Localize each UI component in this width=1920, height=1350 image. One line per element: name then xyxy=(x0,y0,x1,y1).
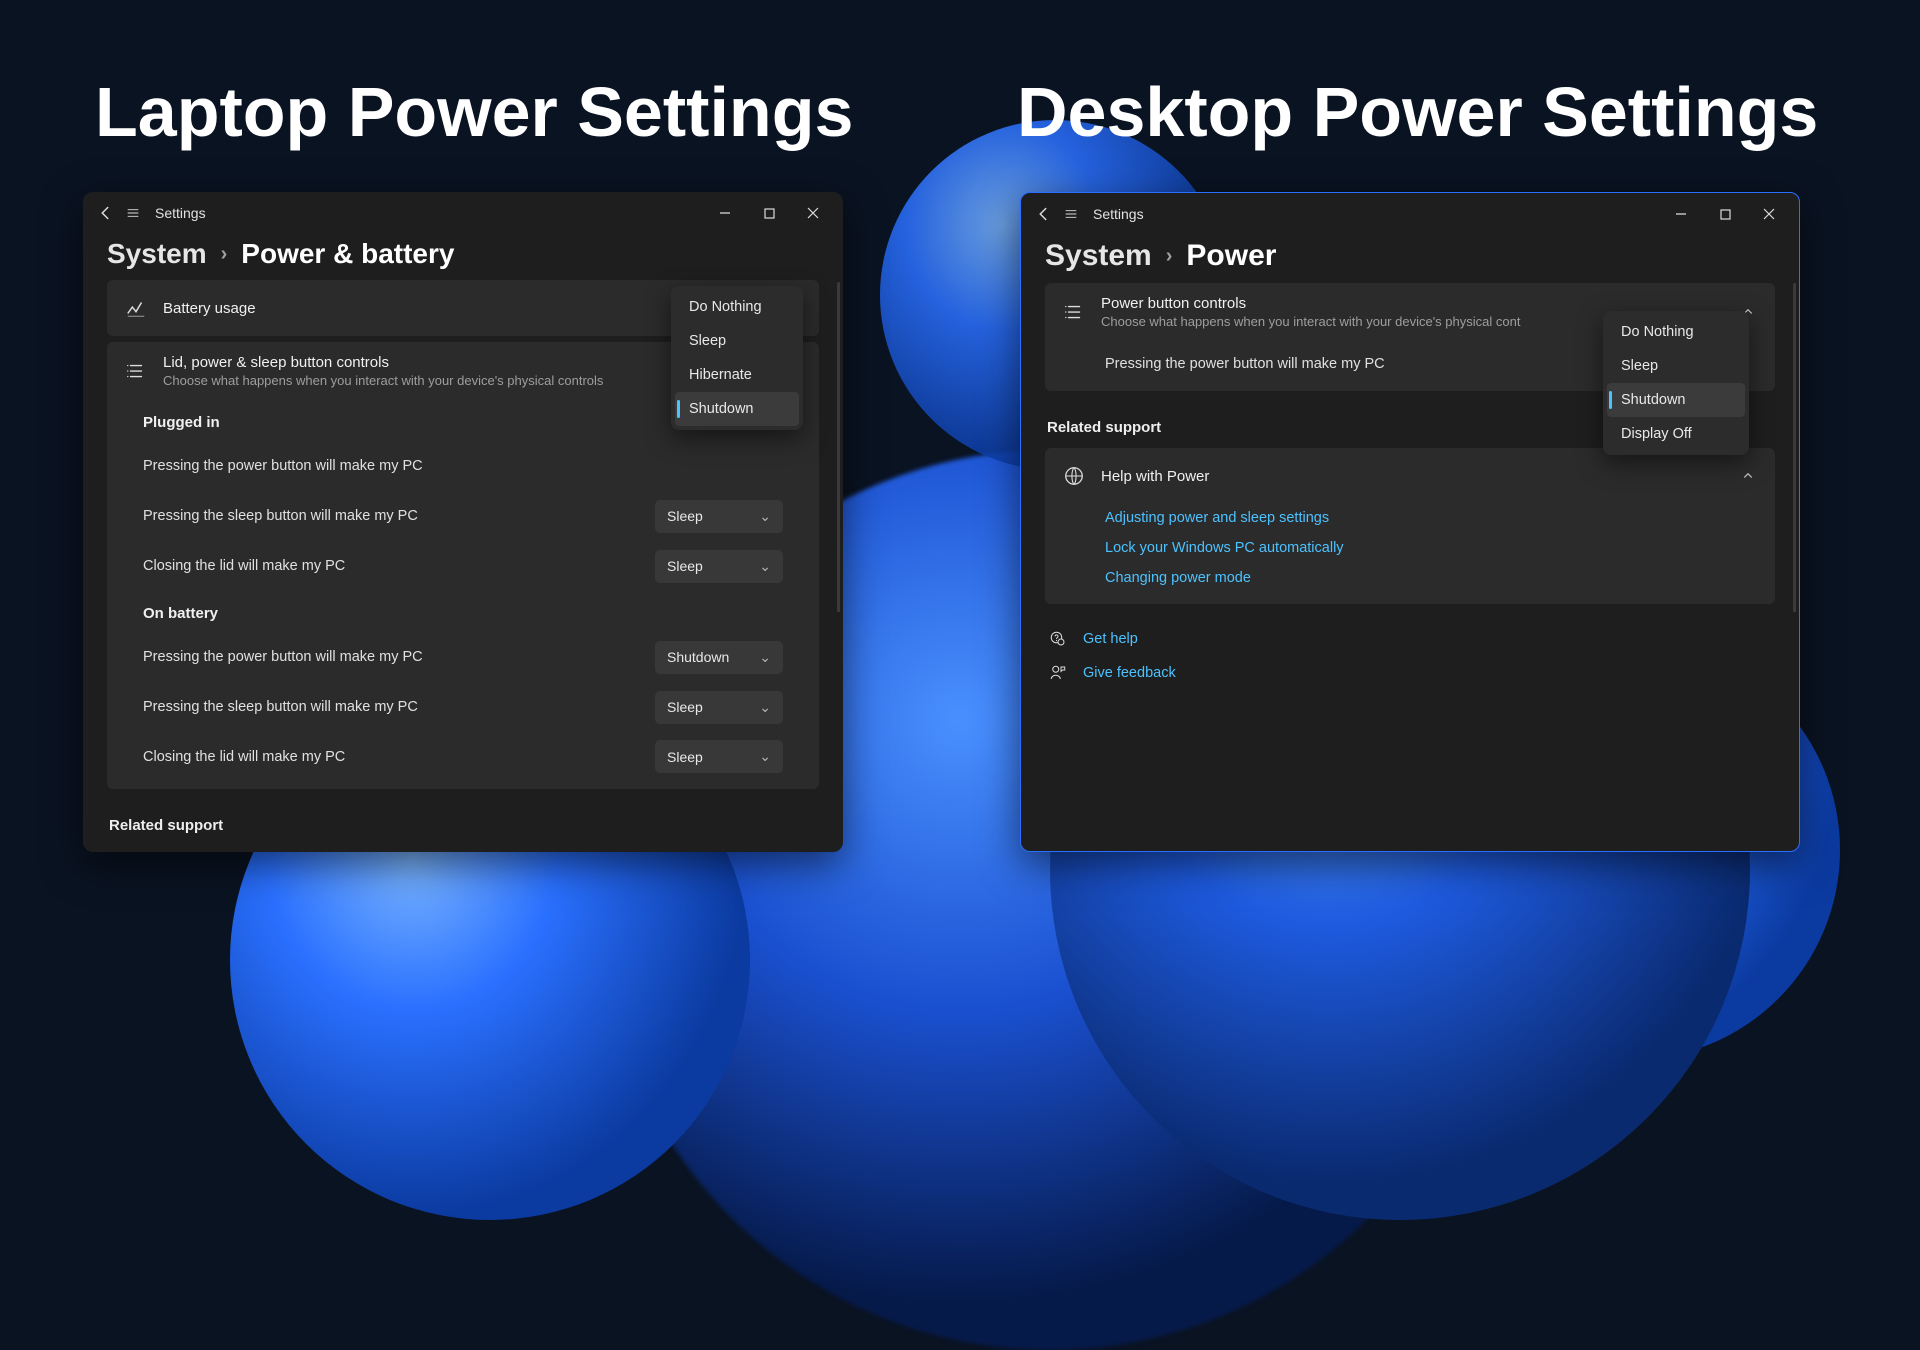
laptop-heading: Laptop Power Settings xyxy=(95,72,853,152)
list-icon xyxy=(1063,301,1085,323)
breadcrumb: System › Power xyxy=(1021,235,1799,283)
chevron-down-icon: ⌄ xyxy=(759,649,771,666)
row-label: Closing the lid will make my PC xyxy=(143,749,643,765)
chevron-down-icon: ⌄ xyxy=(759,699,771,716)
help-links-list: Adjusting power and sleep settings Lock y… xyxy=(1045,504,1775,604)
give-feedback-row[interactable]: Give feedback xyxy=(1045,656,1775,690)
menu-button[interactable] xyxy=(119,199,147,227)
get-help-link[interactable]: Get help xyxy=(1083,631,1138,647)
titlebar: Settings xyxy=(1021,193,1799,235)
row-label: Pressing the power button will make my P… xyxy=(143,458,643,474)
app-title: Settings xyxy=(155,205,206,221)
plugged-sleep-select[interactable]: Sleep ⌄ xyxy=(655,500,783,533)
back-button[interactable] xyxy=(91,199,119,227)
dropdown-option[interactable]: Hibernate xyxy=(675,358,799,392)
breadcrumb: System › Power & battery xyxy=(83,234,843,280)
give-feedback-link[interactable]: Give feedback xyxy=(1083,665,1176,681)
help-link[interactable]: Lock your Windows PC automatically xyxy=(1105,540,1739,556)
back-button[interactable] xyxy=(1029,200,1057,228)
minimize-button[interactable] xyxy=(1659,199,1703,229)
plugged-lid-select[interactable]: Sleep ⌄ xyxy=(655,550,783,583)
row-label: Pressing the power button will make my P… xyxy=(1105,356,1599,372)
controls-subtitle: Choose what happens when you interact wi… xyxy=(163,373,623,388)
dropdown-option[interactable]: Do Nothing xyxy=(675,290,799,324)
card-header[interactable]: Help with Power xyxy=(1045,448,1775,504)
row-label: Pressing the power button will make my P… xyxy=(143,649,643,665)
dropdown-option[interactable]: Display Off xyxy=(1607,417,1745,451)
scrollbar[interactable] xyxy=(837,282,840,832)
plugged-sleep-button-row: Pressing the sleep button will make my P… xyxy=(107,491,819,541)
battery-lid-row: Closing the lid will make my PC Sleep ⌄ xyxy=(107,732,819,789)
chevron-down-icon: ⌄ xyxy=(759,508,771,525)
dropdown-option[interactable]: Shutdown xyxy=(1607,383,1745,417)
dropdown-option[interactable]: Sleep xyxy=(675,324,799,358)
chevron-right-icon: › xyxy=(1166,245,1173,268)
plugged-power-button-row: Pressing the power button will make my P… xyxy=(107,441,819,491)
power-action-dropdown[interactable]: Do NothingSleepShutdownDisplay Off xyxy=(1603,311,1749,455)
globe-icon xyxy=(1063,465,1085,487)
close-button[interactable] xyxy=(1747,199,1791,229)
dropdown-option[interactable]: Do Nothing xyxy=(1607,315,1745,349)
breadcrumb-system[interactable]: System xyxy=(1045,239,1152,273)
app-title: Settings xyxy=(1093,206,1144,222)
chevron-right-icon: › xyxy=(221,243,228,266)
row-label: Pressing the sleep button will make my P… xyxy=(143,699,643,715)
battery-power-button-row: Pressing the power button will make my P… xyxy=(107,632,819,682)
menu-button[interactable] xyxy=(1057,200,1085,228)
plugged-lid-row: Closing the lid will make my PC Sleep ⌄ xyxy=(107,541,819,591)
minimize-button[interactable] xyxy=(703,198,747,228)
battery-sleep-select[interactable]: Sleep ⌄ xyxy=(655,691,783,724)
help-title: Help with Power xyxy=(1101,468,1723,485)
row-label: Closing the lid will make my PC xyxy=(143,558,643,574)
help-link[interactable]: Changing power mode xyxy=(1105,570,1739,586)
get-help-row[interactable]: Get help xyxy=(1045,622,1775,656)
close-button[interactable] xyxy=(791,198,835,228)
list-icon xyxy=(125,360,147,382)
desktop-heading: Desktop Power Settings xyxy=(1017,72,1818,152)
breadcrumb-current: Power & battery xyxy=(241,238,454,270)
scrollbar[interactable] xyxy=(1793,283,1796,831)
help-with-power-card: Help with Power Adjusting power and slee… xyxy=(1045,448,1775,604)
help-icon xyxy=(1049,630,1067,648)
laptop-settings-window: Settings System › Power & battery Batter… xyxy=(83,192,843,852)
controls-title: Power button controls xyxy=(1101,295,1723,312)
chevron-down-icon: ⌄ xyxy=(759,748,771,765)
dropdown-option[interactable]: Shutdown xyxy=(675,392,799,426)
chevron-down-icon: ⌄ xyxy=(759,558,771,575)
power-action-dropdown[interactable]: Do NothingSleepHibernateShutdown xyxy=(671,286,803,430)
titlebar: Settings xyxy=(83,192,843,234)
related-support-heading: Related support xyxy=(107,795,819,846)
breadcrumb-system[interactable]: System xyxy=(107,238,207,270)
battery-sleep-button-row: Pressing the sleep button will make my P… xyxy=(107,682,819,732)
battery-power-select[interactable]: Shutdown ⌄ xyxy=(655,641,783,674)
battery-lid-select[interactable]: Sleep ⌄ xyxy=(655,740,783,773)
feedback-icon xyxy=(1049,664,1067,682)
chart-icon xyxy=(125,297,147,319)
chevron-up-icon xyxy=(1739,467,1757,485)
maximize-button[interactable] xyxy=(747,198,791,228)
maximize-button[interactable] xyxy=(1703,199,1747,229)
dropdown-option[interactable]: Sleep xyxy=(1607,349,1745,383)
controls-title: Lid, power & sleep button controls xyxy=(163,354,623,371)
help-link[interactable]: Adjusting power and sleep settings xyxy=(1105,510,1739,526)
breadcrumb-current: Power xyxy=(1186,239,1276,273)
on-battery-header: On battery xyxy=(107,591,819,632)
row-label: Pressing the sleep button will make my P… xyxy=(143,508,643,524)
desktop-settings-window: Settings System › Power Power button con… xyxy=(1020,192,1800,852)
